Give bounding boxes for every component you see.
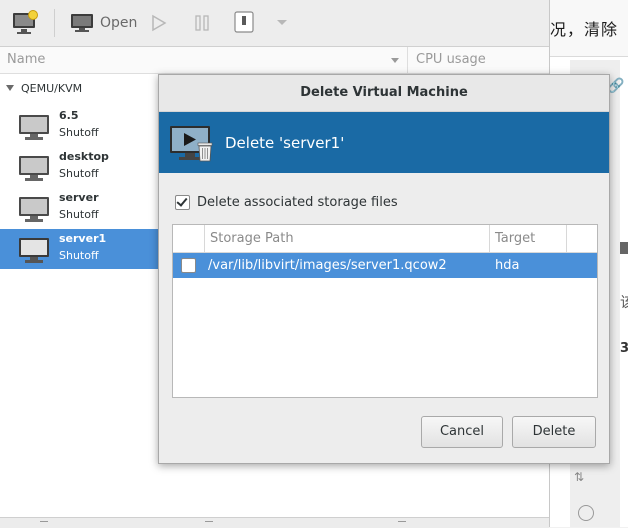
vm-row-server[interactable]: server Shutoff	[0, 188, 158, 228]
expander-icon	[6, 85, 14, 91]
vm-list-header: Name CPU usage	[0, 47, 549, 74]
toolbar: Open	[0, 0, 549, 47]
edge-mark	[40, 521, 48, 522]
vm-name: server1	[59, 232, 107, 245]
storage-table-header: Storage Path Target	[173, 225, 597, 253]
play-icon	[152, 14, 167, 32]
target-cell: hda	[495, 258, 520, 273]
delete-storage-toggle[interactable]: Delete associated storage files	[175, 195, 398, 210]
vm-state: Shutoff	[59, 208, 99, 221]
vm-name: server	[59, 191, 99, 204]
dialog-titlebar: Delete Virtual Machine	[159, 75, 609, 112]
table-row[interactable]: /var/lib/libvirt/images/server1.qcow2 hd…	[173, 253, 597, 278]
sort-arrow-icon	[391, 58, 399, 63]
pause-icon	[195, 15, 209, 31]
chevron-down-icon	[277, 20, 287, 25]
vm-monitor-icon	[19, 197, 49, 222]
edge-mark	[205, 521, 213, 522]
column-divider	[407, 47, 408, 73]
editor-side-text-2: 3	[620, 341, 628, 356]
vm-monitor-icon	[19, 238, 49, 263]
open-button[interactable]: Open	[66, 8, 141, 38]
cpu-usage-column-header[interactable]: CPU usage	[416, 52, 486, 67]
delete-storage-label: Delete associated storage files	[197, 195, 398, 210]
pause-button[interactable]	[190, 10, 214, 36]
banner-title: Delete 'server1'	[225, 134, 345, 152]
column-divider	[204, 225, 205, 252]
storage-table: Storage Path Target /var/lib/libvirt/ima…	[172, 224, 598, 398]
monitor-icon	[71, 14, 93, 32]
vm-row-6-5[interactable]: 6.5 Shutoff	[0, 106, 158, 146]
scroll-marker	[620, 242, 628, 254]
open-label: Open	[100, 15, 138, 31]
crosshair-icon[interactable]	[578, 505, 594, 521]
vm-name: desktop	[59, 150, 109, 163]
column-divider	[566, 225, 567, 252]
editor-text: 况，清除	[550, 20, 619, 39]
column-divider	[489, 225, 490, 252]
new-vm-icon	[13, 10, 38, 34]
vm-state: Shutoff	[59, 249, 99, 262]
shutdown-button[interactable]	[232, 9, 256, 35]
dialog-banner: Delete 'server1'	[159, 112, 609, 173]
delete-button[interactable]: Delete	[512, 416, 596, 448]
row-checkbox[interactable]	[181, 258, 196, 273]
storage-path-header[interactable]: Storage Path	[210, 231, 294, 246]
vm-monitor-icon	[19, 156, 49, 181]
connection-group[interactable]: QEMU/KVM	[6, 82, 82, 95]
delete-storage-checkbox[interactable]	[175, 195, 190, 210]
new-vm-button[interactable]	[8, 8, 42, 38]
shutdown-menu-button[interactable]	[272, 10, 292, 36]
vm-state: Shutoff	[59, 167, 99, 180]
target-header[interactable]: Target	[495, 231, 535, 246]
name-column-header[interactable]: Name	[7, 52, 45, 67]
vm-row-desktop[interactable]: desktop Shutoff	[0, 147, 158, 187]
edge-glyph: ⇅	[574, 470, 585, 484]
delete-vm-dialog: Delete Virtual Machine Delete 'server1' …	[158, 74, 610, 464]
delete-vm-icon	[170, 126, 213, 162]
edge-mark	[398, 521, 406, 522]
vm-monitor-icon	[19, 115, 49, 140]
storage-path-cell: /var/lib/libvirt/images/server1.qcow2	[208, 258, 447, 273]
vm-row-server1[interactable]: server1 Shutoff	[0, 229, 158, 269]
editor-topbar: 况，清除	[550, 0, 628, 57]
window-bottom-edge	[0, 517, 549, 528]
cancel-button[interactable]: Cancel	[421, 416, 503, 448]
editor-side-text-1: 该	[620, 295, 628, 311]
run-button[interactable]	[148, 10, 170, 36]
vm-state: Shutoff	[59, 126, 99, 139]
vm-name: 6.5	[59, 109, 79, 122]
shutdown-icon	[234, 11, 254, 33]
toolbar-separator	[54, 9, 55, 37]
dialog-title: Delete Virtual Machine	[300, 85, 468, 100]
connection-label: QEMU/KVM	[21, 82, 83, 95]
